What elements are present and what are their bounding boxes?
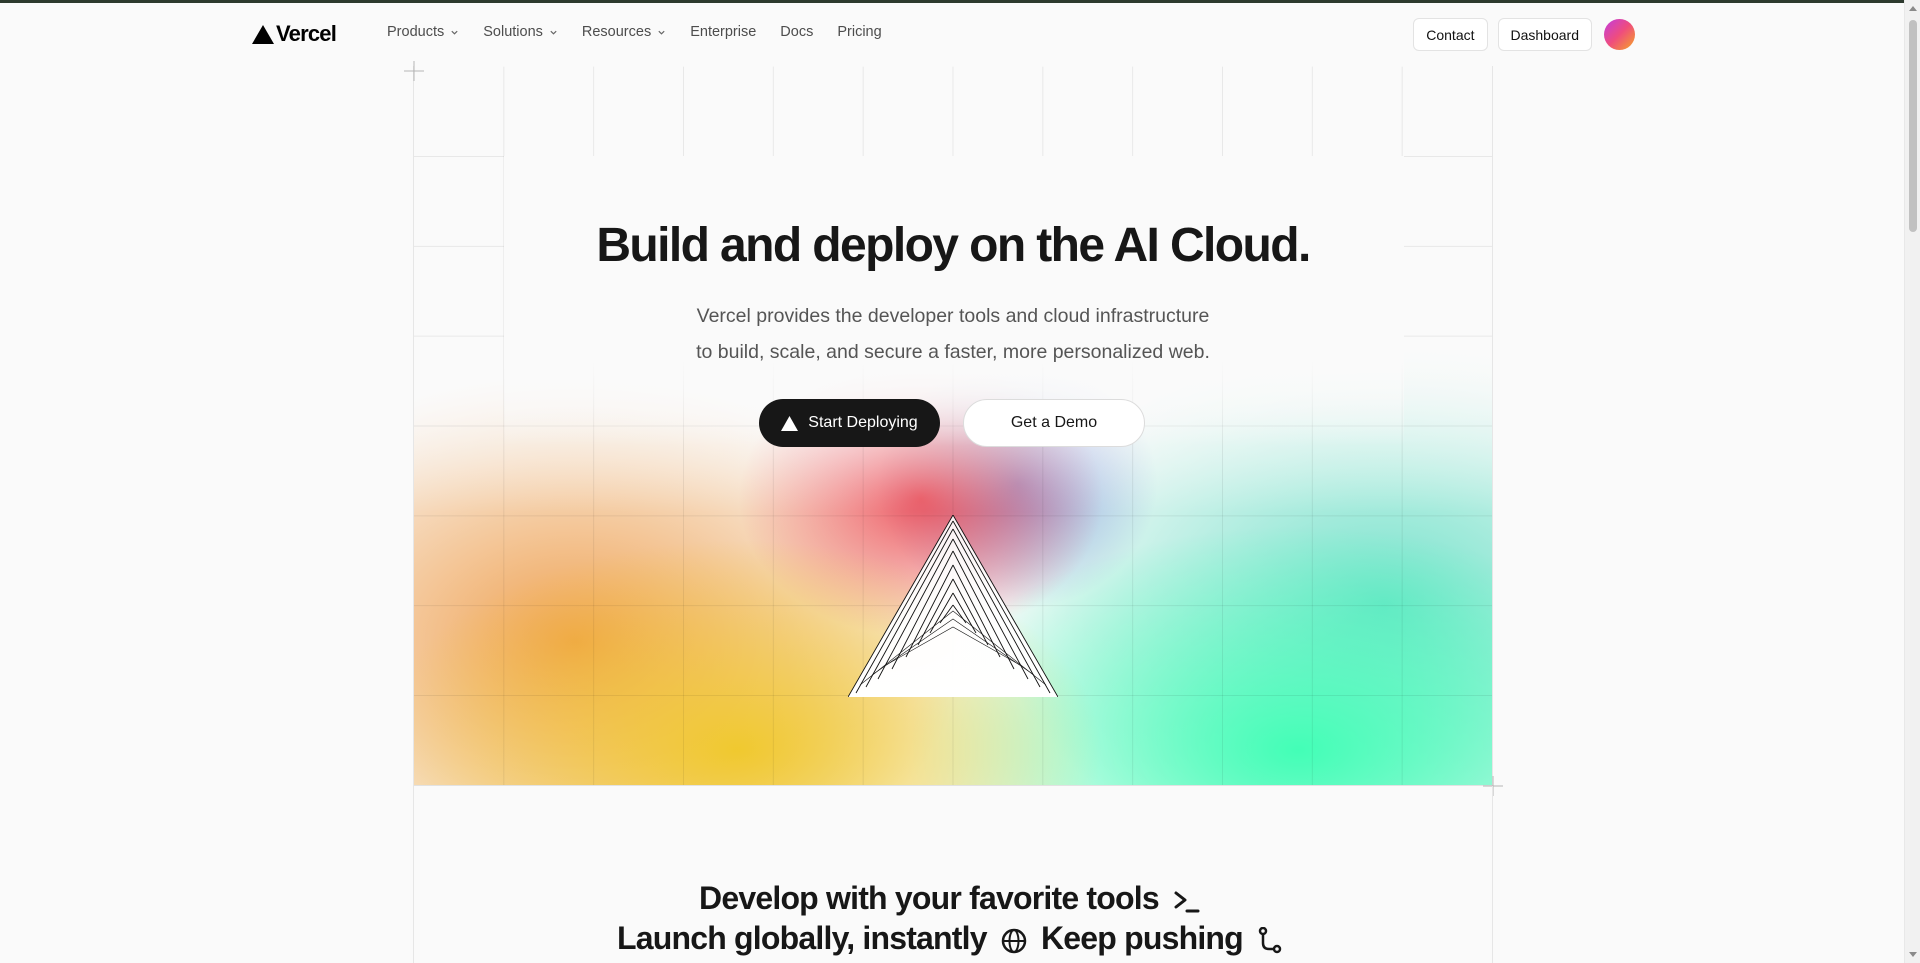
nav-item-resources[interactable]: Resources — [582, 24, 666, 40]
top-nav: Vercel Products Solutions Resources Ente… — [0, 3, 1904, 65]
chevron-down-icon — [451, 30, 458, 35]
nav-item-pricing[interactable]: Pricing — [837, 24, 881, 40]
nav-item-label: Pricing — [837, 24, 882, 40]
start-deploying-button[interactable]: Start Deploying — [759, 399, 940, 447]
nav-item-enterprise[interactable]: Enterprise — [690, 24, 756, 40]
chevron-down-icon — [550, 30, 557, 35]
button-label: Start Deploying — [808, 414, 918, 431]
nav-item-label: Docs — [780, 24, 814, 40]
hero-cta-row: Start Deploying Get a Demo — [759, 399, 1145, 447]
tagline-text: Launch globally, instantly — [616, 920, 988, 956]
nav-item-solutions[interactable]: Solutions — [483, 24, 558, 40]
nav-item-label: Solutions — [483, 24, 543, 40]
nav-item-products[interactable]: Products — [387, 24, 459, 40]
dashboard-button[interactable]: Dashboard — [1497, 18, 1592, 51]
git-branch-icon — [1258, 926, 1282, 953]
nav-item-label: Enterprise — [690, 24, 757, 40]
tagline-text: Keep pushing — [1040, 920, 1244, 956]
hero-subtitle: Vercel provides the developer tools and … — [613, 298, 1293, 370]
hero-subtitle-line: to build, scale, and secure a faster, mo… — [696, 341, 1210, 363]
tagline-text: Develop with your favorite tools — [699, 880, 1160, 916]
corner-plus-icon — [404, 61, 424, 81]
triangle-logo-icon — [781, 415, 799, 431]
globe-icon — [1001, 928, 1027, 953]
tagline-line-1: Develop with your favorite tools — [413, 880, 1493, 917]
hero-subtitle-line: Vercel provides the developer tools and … — [696, 305, 1210, 327]
brand-name: Vercel — [276, 21, 337, 46]
main-menu: Products Solutions Resources Enterprise … — [387, 24, 906, 40]
avatar[interactable] — [1604, 19, 1635, 50]
prism-triangle-graphic — [848, 515, 1058, 697]
chevron-down-icon — [658, 30, 665, 35]
scrollbar-thumb[interactable] — [1909, 20, 1917, 232]
get-a-demo-button[interactable]: Get a Demo — [963, 399, 1145, 447]
nav-item-label: Products — [387, 24, 445, 40]
triangle-logo-icon — [252, 24, 274, 44]
page-scrollbar[interactable] — [1904, 0, 1920, 963]
vercel-logo[interactable]: Vercel — [252, 21, 337, 47]
nav-item-docs[interactable]: Docs — [780, 24, 813, 40]
nav-item-label: Resources — [581, 24, 652, 40]
terminal-prompt-icon — [1174, 891, 1200, 913]
nav-actions: Contact Dashboard — [1413, 18, 1635, 51]
contact-button[interactable]: Contact — [1413, 18, 1488, 51]
tagline-line-2: Launch globally, instantly Keep pushing — [413, 920, 1493, 957]
scroll-down-arrow-icon[interactable] — [1909, 952, 1917, 957]
scroll-up-arrow-icon[interactable] — [1909, 6, 1917, 11]
hero-title: Build and deploy on the AI Cloud. — [596, 219, 1311, 272]
